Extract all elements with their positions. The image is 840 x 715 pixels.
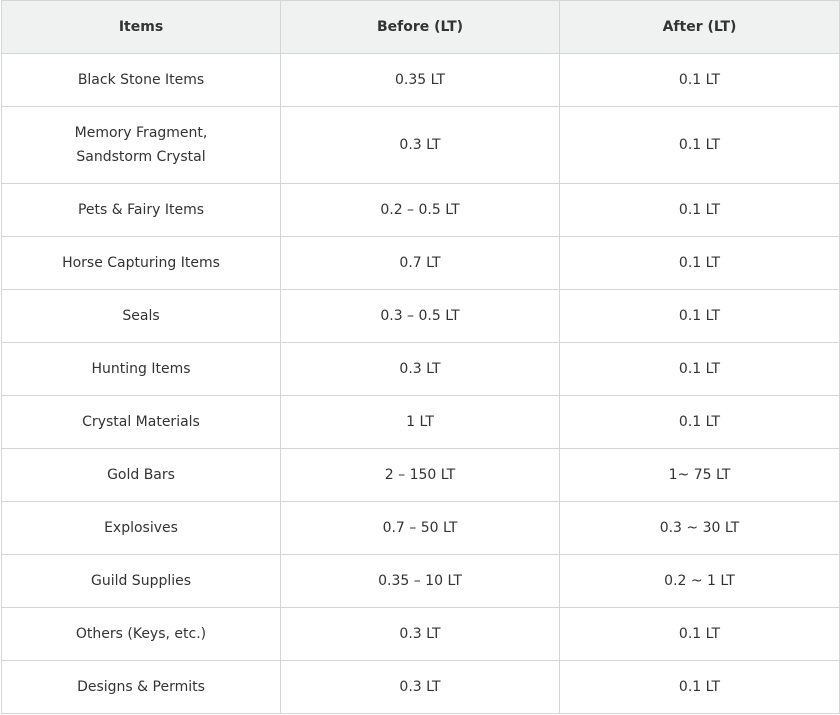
- table-row: Seals 0.3 – 0.5 LT 0.1 LT: [1, 289, 840, 343]
- after-cell: 0.1 LT: [559, 106, 840, 184]
- item-cell: Guild Supplies: [1, 554, 281, 608]
- after-cell: 0.1 LT: [559, 236, 840, 290]
- before-cell: 1 LT: [280, 395, 560, 449]
- after-cell: 0.1 LT: [559, 183, 840, 237]
- before-cell: 0.7 – 50 LT: [280, 501, 560, 555]
- after-cell: 0.2 ~ 1 LT: [559, 554, 840, 608]
- after-cell: 0.1 LT: [559, 342, 840, 396]
- weight-change-table: Items Before (LT) After (LT) Black Stone…: [1, 0, 840, 714]
- table-row: Hunting Items 0.3 LT 0.1 LT: [1, 342, 840, 396]
- header-row: Items Before (LT) After (LT): [1, 0, 840, 54]
- after-cell: 0.1 LT: [559, 660, 840, 714]
- before-cell: 0.3 LT: [280, 607, 560, 661]
- before-cell: 0.3 LT: [280, 342, 560, 396]
- item-cell: Hunting Items: [1, 342, 281, 396]
- after-cell: 0.1 LT: [559, 53, 840, 107]
- table-row: Explosives 0.7 – 50 LT 0.3 ~ 30 LT: [1, 501, 840, 555]
- table-row: Others (Keys, etc.) 0.3 LT 0.1 LT: [1, 607, 840, 661]
- table-row: Pets & Fairy Items 0.2 – 0.5 LT 0.1 LT: [1, 183, 840, 237]
- before-cell: 0.35 – 10 LT: [280, 554, 560, 608]
- item-cell: Others (Keys, etc.): [1, 607, 281, 661]
- table-row: Gold Bars 2 – 150 LT 1~ 75 LT: [1, 448, 840, 502]
- after-cell: 1~ 75 LT: [559, 448, 840, 502]
- after-cell: 0.3 ~ 30 LT: [559, 501, 840, 555]
- table-row: Crystal Materials 1 LT 0.1 LT: [1, 395, 840, 449]
- item-cell: Crystal Materials: [1, 395, 281, 449]
- table-row: Black Stone Items 0.35 LT 0.1 LT: [1, 53, 840, 107]
- table-row: Guild Supplies 0.35 – 10 LT 0.2 ~ 1 LT: [1, 554, 840, 608]
- item-cell: Horse Capturing Items: [1, 236, 281, 290]
- table-header: Items Before (LT) After (LT): [1, 0, 840, 54]
- after-cell: 0.1 LT: [559, 289, 840, 343]
- header-before: Before (LT): [280, 0, 560, 54]
- item-cell: Gold Bars: [1, 448, 281, 502]
- item-cell: Black Stone Items: [1, 53, 281, 107]
- item-cell: Explosives: [1, 501, 281, 555]
- table-row: Horse Capturing Items 0.7 LT 0.1 LT: [1, 236, 840, 290]
- item-cell: Designs & Permits: [1, 660, 281, 714]
- before-cell: 0.2 – 0.5 LT: [280, 183, 560, 237]
- item-cell: Memory Fragment, Sandstorm Crystal: [1, 106, 281, 184]
- after-cell: 0.1 LT: [559, 607, 840, 661]
- table-body: Black Stone Items 0.35 LT 0.1 LT Memory …: [1, 53, 840, 714]
- before-cell: 0.3 – 0.5 LT: [280, 289, 560, 343]
- before-cell: 2 – 150 LT: [280, 448, 560, 502]
- table-row: Designs & Permits 0.3 LT 0.1 LT: [1, 660, 840, 714]
- header-items: Items: [1, 0, 281, 54]
- after-cell: 0.1 LT: [559, 395, 840, 449]
- item-line: Sandstorm Crystal: [76, 149, 206, 165]
- table-row: Memory Fragment, Sandstorm Crystal 0.3 LT…: [1, 106, 840, 184]
- before-cell: 0.35 LT: [280, 53, 560, 107]
- before-cell: 0.7 LT: [280, 236, 560, 290]
- item-cell: Pets & Fairy Items: [1, 183, 281, 237]
- item-line: Memory Fragment,: [74, 125, 208, 141]
- before-cell: 0.3 LT: [280, 660, 560, 714]
- header-after: After (LT): [559, 0, 840, 54]
- item-cell: Seals: [1, 289, 281, 343]
- before-cell: 0.3 LT: [280, 106, 560, 184]
